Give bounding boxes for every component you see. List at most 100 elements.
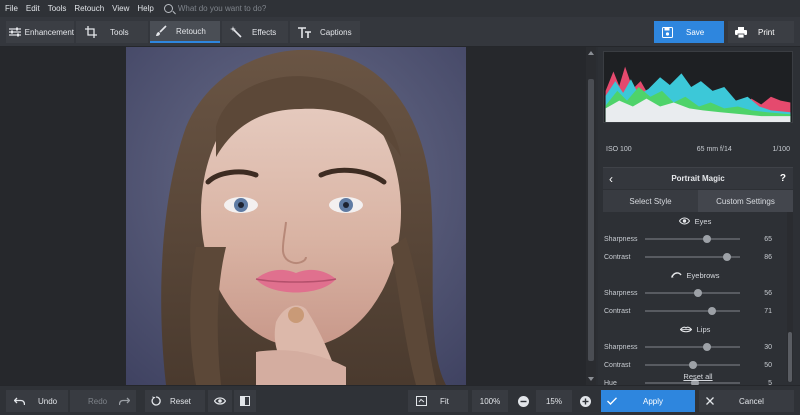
scrollbar-thumb[interactable] <box>588 79 594 361</box>
tab-captions[interactable]: Captions <box>290 21 360 43</box>
tab-retouch[interactable]: Retouch <box>150 21 220 43</box>
compare-icon <box>240 396 250 406</box>
zoom-100-button[interactable]: 100% <box>472 390 508 412</box>
slider-label: Sharpness <box>604 235 638 243</box>
slider-track[interactable] <box>645 307 740 315</box>
slider-value: 71 <box>764 307 772 315</box>
exif-info: ISO 100 65 mm f/14 1/100 <box>603 146 793 153</box>
cancel-button[interactable]: Cancel <box>699 390 794 412</box>
lips-icon <box>679 326 692 333</box>
tab-custom-settings[interactable]: Custom Settings <box>698 190 793 212</box>
brush-icon <box>150 25 172 37</box>
slider-knob[interactable] <box>708 307 717 315</box>
tab-label: Tools <box>110 27 129 37</box>
fit-button[interactable]: Fit <box>408 390 468 412</box>
search-box <box>163 4 338 13</box>
undo-label: Undo <box>38 396 58 406</box>
right-panel: ISO 100 65 mm f/14 1/100 ‹ Portrait Magi… <box>598 47 800 402</box>
image-canvas[interactable] <box>0 47 586 385</box>
floppy-icon <box>654 26 680 38</box>
printer-icon <box>728 26 754 38</box>
text-icon <box>290 26 318 38</box>
reset-button[interactable]: Reset <box>145 390 205 412</box>
histogram <box>603 51 793 123</box>
slider-value: 65 <box>764 235 772 243</box>
tab-tools[interactable]: Tools <box>76 21 148 43</box>
slider-track[interactable] <box>645 343 740 351</box>
scroll-down-icon[interactable] <box>588 377 594 381</box>
canvas-scrollbar[interactable] <box>586 47 596 385</box>
search-input[interactable] <box>177 4 338 13</box>
zoom-out-icon <box>517 395 529 407</box>
slider-value: 30 <box>764 343 772 351</box>
slider-row-eyebrows-sharpness: Sharpness 56 <box>603 284 787 302</box>
redo-button[interactable]: Redo <box>70 390 136 412</box>
tab-label: Enhancement <box>24 27 74 37</box>
reset-all-link[interactable]: Reset all <box>603 372 793 381</box>
crop-icon <box>76 26 106 38</box>
slider-label: Sharpness <box>604 343 638 351</box>
slider-label: Sharpness <box>604 289 638 297</box>
tab-label: Retouch <box>176 26 206 36</box>
panel-title: Portrait Magic <box>671 174 725 183</box>
redo-label: Redo <box>88 396 108 406</box>
menu-retouch[interactable]: Retouch <box>70 4 108 13</box>
bottom-bar: Undo Redo Reset Fit 100% 15% Apply Cance… <box>0 385 800 415</box>
panel-subtabs: Select Style Custom Settings <box>603 190 793 212</box>
compare-button[interactable] <box>234 390 256 412</box>
group-title: Lips <box>696 324 711 334</box>
menu-view[interactable]: View <box>108 4 133 13</box>
help-icon[interactable]: ? <box>780 173 786 184</box>
tab-effects[interactable]: Effects <box>222 21 288 43</box>
undo-button[interactable]: Undo <box>6 390 68 412</box>
tab-label: Captions <box>320 27 352 37</box>
slider-value: 86 <box>764 253 772 261</box>
slider-label: Contrast <box>604 253 631 261</box>
slider-track[interactable] <box>645 253 740 261</box>
slider-value: 56 <box>764 289 772 297</box>
slider-label: Contrast <box>604 361 631 369</box>
slider-knob[interactable] <box>722 253 731 261</box>
print-button[interactable]: Print <box>728 21 794 43</box>
menu-help[interactable]: Help <box>133 4 157 13</box>
slider-knob[interactable] <box>694 289 703 297</box>
preview-button[interactable] <box>208 390 232 412</box>
tab-select-style[interactable]: Select Style <box>603 190 698 212</box>
slider-row-eyes-contrast: Contrast 86 <box>603 248 787 266</box>
eye-icon <box>214 397 226 405</box>
slider-track[interactable] <box>645 361 740 369</box>
slider-row-lips-sharpness: Sharpness 30 <box>603 338 787 356</box>
menu-tools[interactable]: Tools <box>44 4 71 13</box>
toolbar: Enhancement Tools Retouch Effects Captio… <box>0 17 800 47</box>
group-title: Eyes <box>694 216 712 226</box>
slider-row-eyes-sharpness: Sharpness 65 <box>603 230 787 248</box>
eyebrow-icon <box>670 271 682 279</box>
reset-icon <box>145 396 167 406</box>
zoom-in-icon <box>579 395 591 407</box>
back-chevron-icon[interactable]: ‹ <box>609 172 613 186</box>
slider-knob[interactable] <box>702 343 711 351</box>
slider-label: Contrast <box>604 307 631 315</box>
menu-file[interactable]: File <box>0 4 22 13</box>
undo-icon <box>6 397 32 406</box>
slider-knob[interactable] <box>702 235 711 243</box>
slider-track[interactable] <box>645 379 740 387</box>
lens-text: 65 mm f/14 <box>696 146 732 153</box>
close-icon <box>699 397 721 405</box>
zoom-out-button[interactable] <box>512 390 534 412</box>
tab-enhancement[interactable]: Enhancement <box>6 21 74 43</box>
save-button[interactable]: Save <box>654 21 724 43</box>
fit-label: Fit <box>440 396 449 406</box>
zoom-level[interactable]: 15% <box>536 390 572 412</box>
slider-knob[interactable] <box>688 361 697 369</box>
apply-button[interactable]: Apply <box>601 390 695 412</box>
iso-text: ISO 100 <box>606 146 632 153</box>
tab-label: Effects <box>252 27 277 37</box>
panel-scrollbar[interactable] <box>787 212 793 382</box>
zoom-in-button[interactable] <box>574 390 596 412</box>
scroll-up-icon[interactable] <box>588 51 594 55</box>
slider-track[interactable] <box>645 235 740 243</box>
slider-track[interactable] <box>645 289 740 297</box>
portrait-photo <box>126 47 466 385</box>
menu-edit[interactable]: Edit <box>22 4 44 13</box>
